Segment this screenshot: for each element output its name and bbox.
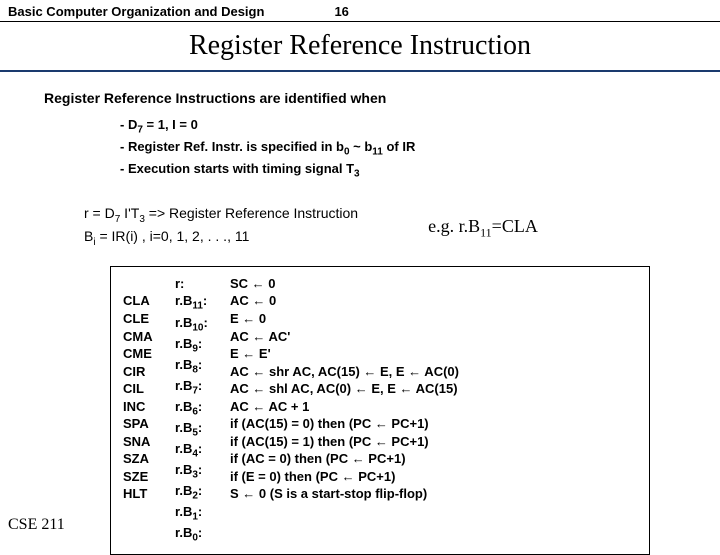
def-example: e.g. r.B11=CLA — [428, 216, 538, 241]
subtitle: Register Reference Instructions are iden… — [0, 72, 720, 116]
title-bar: Register Reference Instruction — [0, 21, 720, 72]
instruction-table: CLA CLE CMA CME CIR CIL INC SPA SNA SZA … — [110, 266, 650, 555]
bullet-1: - D7 = 1, I = 0 — [120, 116, 720, 138]
section-name: Basic Computer Organization and Design — [8, 4, 264, 19]
def-r: r = D7 I'T3 => Register Reference Instru… — [84, 204, 358, 227]
def-bi: Bi = IR(i) , i=0, 1, 2, . . ., 11 — [84, 227, 358, 250]
bullet-3: - Execution starts with timing signal T3 — [120, 160, 720, 182]
definitions: r = D7 I'T3 => Register Reference Instru… — [0, 196, 720, 262]
condition-column: r: r.B11: r.B10: r.B9: r.B8: r.B7: r.B6:… — [175, 275, 230, 546]
page-number: 16 — [334, 4, 348, 19]
mnemonic-column: CLA CLE CMA CME CIR CIL INC SPA SNA SZA … — [123, 275, 175, 546]
action-column: SC ← 0 AC ← 0 E ← 0 AC ← AC' E ← E' AC ←… — [230, 275, 459, 546]
bullet-2: - Register Ref. Instr. is specified in b… — [120, 138, 720, 160]
footer-course: CSE 211 — [8, 516, 65, 534]
header-bar: Basic Computer Organization and Design 1… — [0, 0, 720, 21]
page-title: Register Reference Instruction — [0, 30, 720, 62]
def-left: r = D7 I'T3 => Register Reference Instru… — [84, 204, 358, 250]
bullet-list: - D7 = 1, I = 0 - Register Ref. Instr. i… — [0, 116, 720, 196]
